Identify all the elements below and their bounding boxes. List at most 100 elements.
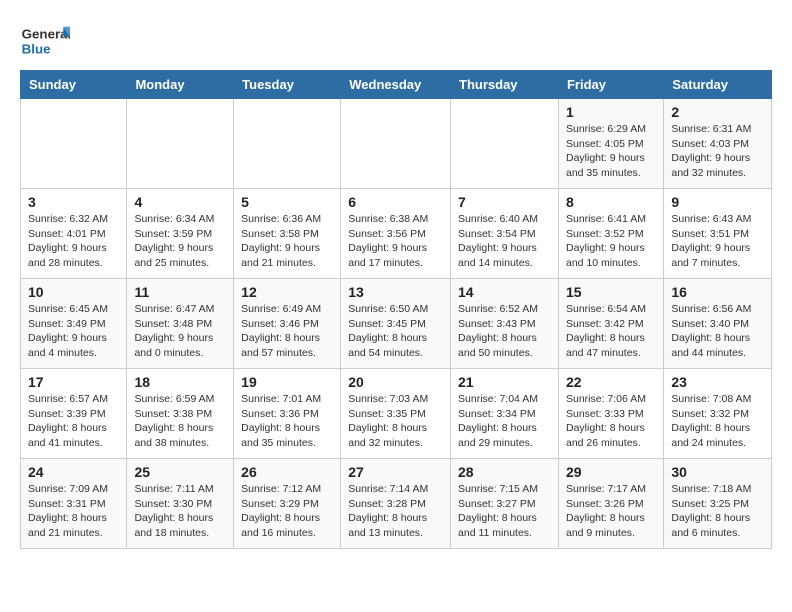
calendar-day-cell	[21, 99, 127, 189]
calendar-week-row: 24Sunrise: 7:09 AM Sunset: 3:31 PM Dayli…	[21, 459, 772, 549]
day-info: Sunrise: 7:18 AM Sunset: 3:25 PM Dayligh…	[671, 482, 764, 541]
day-info: Sunrise: 7:04 AM Sunset: 3:34 PM Dayligh…	[458, 392, 551, 451]
calendar-day-cell: 22 Sunrise: 7:06 AM Sunset: 3:33 PM Dayli…	[558, 369, 663, 459]
day-number: 29	[566, 464, 656, 480]
day-number: 2	[671, 104, 764, 120]
calendar-day-cell: 7 Sunrise: 6:40 AM Sunset: 3:54 PM Daylig…	[451, 189, 559, 279]
app-logo: General Blue	[20, 20, 74, 60]
weekday-header: Sunday	[21, 71, 127, 99]
calendar-day-cell: 9Sunrise: 6:43 AM Sunset: 3:51 PM Daylig…	[664, 189, 772, 279]
calendar-day-cell: 8 Sunrise: 6:41 AM Sunset: 3:52 PM Daylig…	[558, 189, 663, 279]
day-info: Sunrise: 6:45 AM Sunset: 3:49 PM Dayligh…	[28, 302, 119, 361]
page-header: General Blue	[20, 20, 772, 60]
calendar-week-row: 10 Sunrise: 6:45 AM Sunset: 3:49 PM Dayli…	[21, 279, 772, 369]
day-number: 20	[348, 374, 443, 390]
day-number: 4	[134, 194, 226, 210]
day-info: Sunrise: 6:41 AM Sunset: 3:52 PM Dayligh…	[566, 212, 656, 271]
day-info: Sunrise: 6:47 AM Sunset: 3:48 PM Dayligh…	[134, 302, 226, 361]
day-info: Sunrise: 6:38 AM Sunset: 3:56 PM Dayligh…	[348, 212, 443, 271]
calendar-day-cell: 25Sunrise: 7:11 AM Sunset: 3:30 PM Dayli…	[127, 459, 234, 549]
day-number: 15	[566, 284, 656, 300]
day-number: 11	[134, 284, 226, 300]
day-number: 8	[566, 194, 656, 210]
calendar-day-cell	[234, 99, 341, 189]
calendar-week-row: 17Sunrise: 6:57 AM Sunset: 3:39 PM Dayli…	[21, 369, 772, 459]
calendar-day-cell: 19 Sunrise: 7:01 AM Sunset: 3:36 PM Dayli…	[234, 369, 341, 459]
calendar-day-cell	[127, 99, 234, 189]
svg-text:Blue: Blue	[22, 41, 51, 56]
day-info: Sunrise: 6:59 AM Sunset: 3:38 PM Dayligh…	[134, 392, 226, 451]
day-info: Sunrise: 6:36 AM Sunset: 3:58 PM Dayligh…	[241, 212, 333, 271]
calendar-day-cell	[341, 99, 451, 189]
day-info: Sunrise: 6:52 AM Sunset: 3:43 PM Dayligh…	[458, 302, 551, 361]
calendar-day-cell: 4 Sunrise: 6:34 AM Sunset: 3:59 PM Daylig…	[127, 189, 234, 279]
day-info: Sunrise: 7:14 AM Sunset: 3:28 PM Dayligh…	[348, 482, 443, 541]
day-number: 6	[348, 194, 443, 210]
calendar-day-cell: 14 Sunrise: 6:52 AM Sunset: 3:43 PM Dayli…	[451, 279, 559, 369]
day-number: 13	[348, 284, 443, 300]
calendar-day-cell: 17Sunrise: 6:57 AM Sunset: 3:39 PM Dayli…	[21, 369, 127, 459]
calendar-week-row: 1 Sunrise: 6:29 AM Sunset: 4:05 PM Daylig…	[21, 99, 772, 189]
calendar-week-row: 3 Sunrise: 6:32 AM Sunset: 4:01 PM Daylig…	[21, 189, 772, 279]
day-info: Sunrise: 7:01 AM Sunset: 3:36 PM Dayligh…	[241, 392, 333, 451]
weekday-header: Thursday	[451, 71, 559, 99]
calendar-day-cell: 12Sunrise: 6:49 AM Sunset: 3:46 PM Dayli…	[234, 279, 341, 369]
day-number: 5	[241, 194, 333, 210]
calendar-day-cell: 2Sunrise: 6:31 AM Sunset: 4:03 PM Daylig…	[664, 99, 772, 189]
day-info: Sunrise: 7:06 AM Sunset: 3:33 PM Dayligh…	[566, 392, 656, 451]
weekday-header: Wednesday	[341, 71, 451, 99]
calendar-day-cell: 3 Sunrise: 6:32 AM Sunset: 4:01 PM Daylig…	[21, 189, 127, 279]
calendar-day-cell: 27 Sunrise: 7:14 AM Sunset: 3:28 PM Dayli…	[341, 459, 451, 549]
day-info: Sunrise: 6:54 AM Sunset: 3:42 PM Dayligh…	[566, 302, 656, 361]
calendar-day-cell: 11 Sunrise: 6:47 AM Sunset: 3:48 PM Dayli…	[127, 279, 234, 369]
day-number: 23	[671, 374, 764, 390]
calendar-day-cell: 18 Sunrise: 6:59 AM Sunset: 3:38 PM Dayli…	[127, 369, 234, 459]
calendar-day-cell: 23 Sunrise: 7:08 AM Sunset: 3:32 PM Dayli…	[664, 369, 772, 459]
day-number: 27	[348, 464, 443, 480]
day-number: 10	[28, 284, 119, 300]
day-number: 30	[671, 464, 764, 480]
day-number: 18	[134, 374, 226, 390]
calendar-day-cell: 15 Sunrise: 6:54 AM Sunset: 3:42 PM Dayli…	[558, 279, 663, 369]
day-info: Sunrise: 7:09 AM Sunset: 3:31 PM Dayligh…	[28, 482, 119, 541]
day-info: Sunrise: 6:50 AM Sunset: 3:45 PM Dayligh…	[348, 302, 443, 361]
day-info: Sunrise: 7:08 AM Sunset: 3:32 PM Dayligh…	[671, 392, 764, 451]
day-info: Sunrise: 6:29 AM Sunset: 4:05 PM Dayligh…	[566, 122, 656, 181]
day-info: Sunrise: 7:03 AM Sunset: 3:35 PM Dayligh…	[348, 392, 443, 451]
day-info: Sunrise: 6:56 AM Sunset: 3:40 PM Dayligh…	[671, 302, 764, 361]
svg-text:General: General	[22, 26, 70, 41]
day-number: 14	[458, 284, 551, 300]
day-number: 22	[566, 374, 656, 390]
calendar-day-cell: 28Sunrise: 7:15 AM Sunset: 3:27 PM Dayli…	[451, 459, 559, 549]
calendar-day-cell: 30 Sunrise: 7:18 AM Sunset: 3:25 PM Dayli…	[664, 459, 772, 549]
calendar-day-cell: 13 Sunrise: 6:50 AM Sunset: 3:45 PM Dayli…	[341, 279, 451, 369]
weekday-header: Saturday	[664, 71, 772, 99]
calendar-day-cell	[451, 99, 559, 189]
calendar-table: SundayMondayTuesdayWednesdayThursdayFrid…	[20, 70, 772, 549]
calendar-day-cell: 26Sunrise: 7:12 AM Sunset: 3:29 PM Dayli…	[234, 459, 341, 549]
calendar-day-cell: 29 Sunrise: 7:17 AM Sunset: 3:26 PM Dayli…	[558, 459, 663, 549]
day-info: Sunrise: 7:17 AM Sunset: 3:26 PM Dayligh…	[566, 482, 656, 541]
day-info: Sunrise: 6:40 AM Sunset: 3:54 PM Dayligh…	[458, 212, 551, 271]
calendar-day-cell: 21Sunrise: 7:04 AM Sunset: 3:34 PM Dayli…	[451, 369, 559, 459]
calendar-day-cell: 20 Sunrise: 7:03 AM Sunset: 3:35 PM Dayli…	[341, 369, 451, 459]
day-info: Sunrise: 6:32 AM Sunset: 4:01 PM Dayligh…	[28, 212, 119, 271]
day-number: 26	[241, 464, 333, 480]
day-info: Sunrise: 7:11 AM Sunset: 3:30 PM Dayligh…	[134, 482, 226, 541]
calendar-day-cell: 1 Sunrise: 6:29 AM Sunset: 4:05 PM Daylig…	[558, 99, 663, 189]
calendar-day-cell: 24Sunrise: 7:09 AM Sunset: 3:31 PM Dayli…	[21, 459, 127, 549]
day-number: 16	[671, 284, 764, 300]
day-number: 19	[241, 374, 333, 390]
weekday-header: Tuesday	[234, 71, 341, 99]
calendar-day-cell: 16 Sunrise: 6:56 AM Sunset: 3:40 PM Dayli…	[664, 279, 772, 369]
day-number: 3	[28, 194, 119, 210]
day-number: 1	[566, 104, 656, 120]
day-info: Sunrise: 6:34 AM Sunset: 3:59 PM Dayligh…	[134, 212, 226, 271]
day-number: 17	[28, 374, 119, 390]
day-number: 12	[241, 284, 333, 300]
day-number: 7	[458, 194, 551, 210]
day-number: 28	[458, 464, 551, 480]
day-number: 9	[671, 194, 764, 210]
weekday-header: Friday	[558, 71, 663, 99]
calendar-header-row: SundayMondayTuesdayWednesdayThursdayFrid…	[21, 71, 772, 99]
